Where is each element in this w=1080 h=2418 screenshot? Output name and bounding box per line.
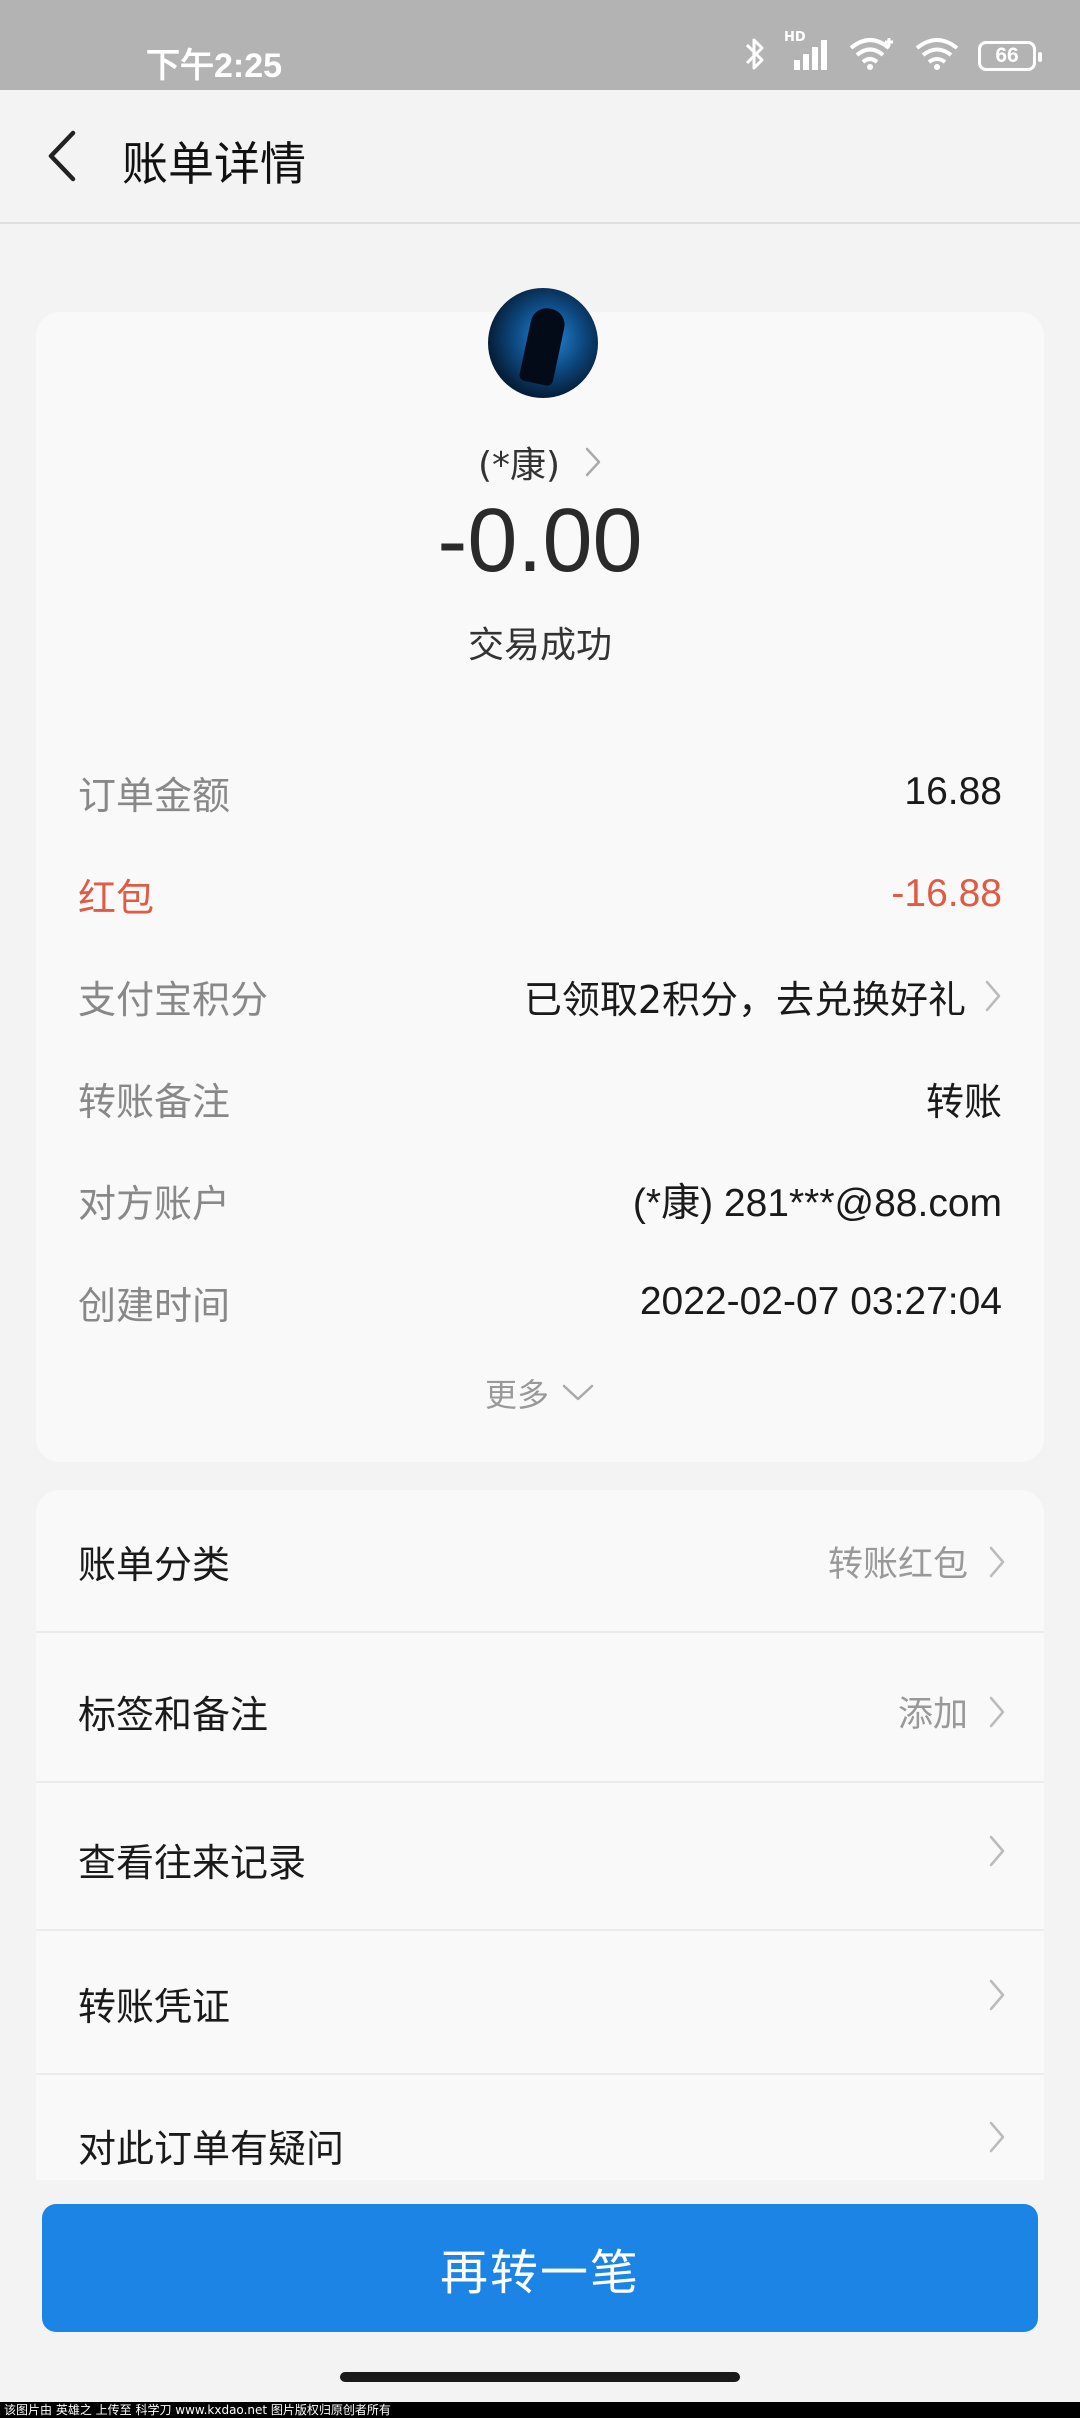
detail-value: 转账 [925,1079,1002,1124]
chevron-right-icon [989,1546,1005,1577]
action-label: 标签和备注 [78,1693,269,1737]
detail-row-counterparty-account: 对方账户 (*康) 281***@88.com [78,1170,1002,1230]
action-tags-notes[interactable]: 标签和备注 添加 [36,1640,1044,1783]
back-button[interactable] [30,124,94,188]
status-time: 下午2:25 [146,47,283,85]
payee-name: (*康) [477,445,561,486]
detail-row-created-time: 创建时间 2022-02-07 03:27:04 [78,1272,1002,1332]
chevron-right-icon [985,980,1001,1012]
status-icons: HD 66 [744,30,1042,78]
more-label: 更多 [484,1376,549,1414]
app-header: 账单详情 [0,90,1080,224]
page-title: 账单详情 [122,137,306,191]
action-view-history[interactable]: 查看往来记录 [36,1788,1044,1931]
detail-label: 转账备注 [78,1079,231,1124]
actions-card: 账单分类 转账红包 标签和备注 添加 查看往来记录 转账凭证 对此订单有疑问 [36,1490,1044,2190]
action-label: 账单分类 [78,1543,231,1587]
more-toggle[interactable]: 更多 [36,1368,1044,1418]
chevron-right-icon [989,2121,1005,2153]
action-value: 添加 [897,1695,968,1735]
network-type-label: HD [784,30,806,45]
bottom-bar: 再转一笔 该图片由 英雄之 上传至 科学刀 www.kxdao.net 图片版权… [0,2180,1080,2418]
signal-icon: HD [784,30,830,76]
action-bill-category[interactable]: 账单分类 转账红包 [36,1490,1044,1633]
detail-value: 16.88 [904,770,1002,813]
action-label: 查看往来记录 [78,1841,307,1885]
transaction-amount: -0.00 [437,491,643,591]
status-bar: 下午2:25 HD 66 [0,0,1080,90]
action-transfer-voucher[interactable]: 转账凭证 [36,1932,1044,2075]
detail-row-red-packet: 红包 -16.88 [78,864,1002,924]
transaction-status: 交易成功 [467,625,612,666]
transaction-summary-card: (*康) -0.00 交易成功 订单金额 16.88 红包 -16.88 支付宝… [36,288,1044,1462]
action-label: 转账凭证 [78,1985,231,2029]
chevron-left-icon [48,130,76,182]
battery-icon: 66 [978,41,1042,71]
detail-row-points[interactable]: 支付宝积分 已领取2积分，去兑换好礼 [78,966,1002,1026]
detail-label: 订单金额 [78,773,231,818]
detail-value: 已领取2积分，去兑换好礼 [523,977,966,1022]
detail-value: -16.88 [891,872,1002,915]
detail-value: (*康) 281***@88.com [632,1182,1002,1225]
detail-label: 支付宝积分 [78,977,269,1022]
chevron-down-icon [562,1384,594,1401]
action-label: 对此订单有疑问 [78,2127,345,2171]
home-indicator[interactable] [340,2372,740,2382]
wifi-plus-icon [848,36,896,76]
wifi-icon [914,36,960,76]
avatar[interactable] [488,288,598,398]
watermark-text: 该图片由 英雄之 上传至 科学刀 www.kxdao.net 图片版权归原创者所… [0,2402,1080,2418]
chevron-right-icon [585,447,601,477]
chevron-right-icon [989,1696,1005,1727]
chevron-right-icon [989,1979,1005,2011]
action-value: 转账红包 [827,1545,968,1585]
payee-link[interactable]: (*康) [36,434,1044,490]
detail-label: 创建时间 [78,1283,231,1328]
detail-value: 2022-02-07 03:27:04 [639,1280,1002,1323]
transfer-again-button[interactable]: 再转一笔 [42,2204,1038,2332]
detail-label: 红包 [78,875,155,920]
detail-label: 对方账户 [78,1181,231,1226]
bluetooth-icon [744,36,766,76]
detail-row-order-amount: 订单金额 16.88 [78,762,1002,822]
detail-row-transfer-note: 转账备注 转账 [78,1068,1002,1128]
chevron-right-icon [989,1835,1005,1867]
